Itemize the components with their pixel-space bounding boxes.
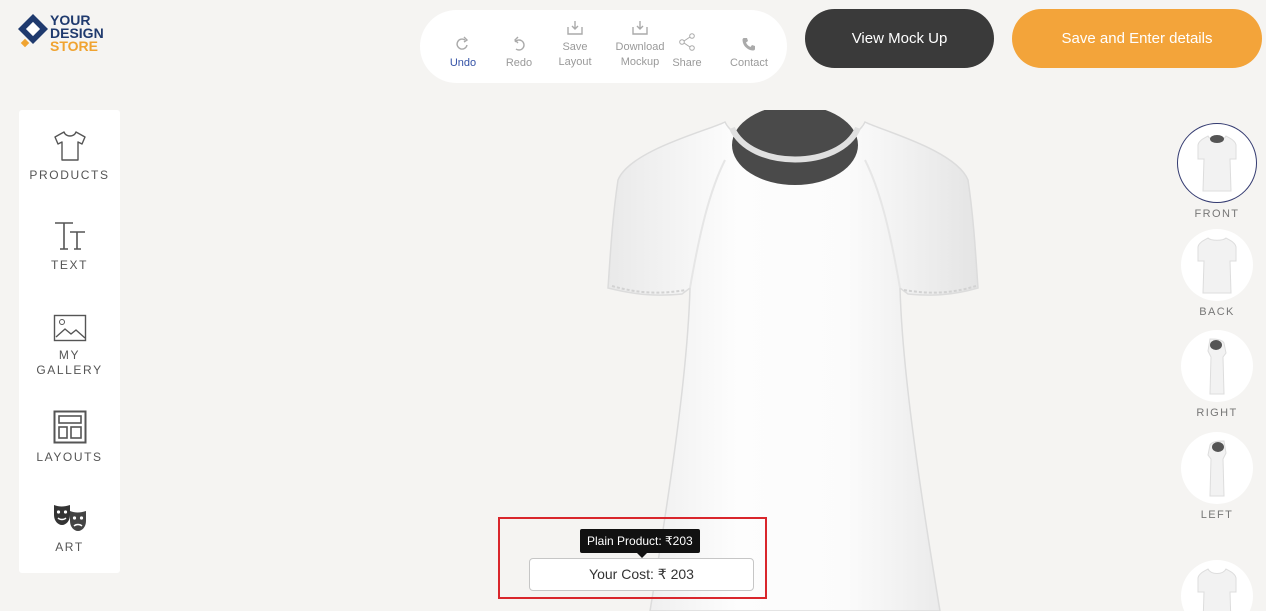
sidebar-item-label: ART xyxy=(55,540,84,554)
sidebar-item-art[interactable]: ART xyxy=(19,500,120,555)
your-cost-button[interactable]: Your Cost: ₹ 203 xyxy=(529,558,754,591)
left-thumbnail xyxy=(1181,432,1253,504)
gallery-icon xyxy=(19,308,120,342)
phone-icon xyxy=(724,34,774,54)
download-mockup-button[interactable]: Download Mockup xyxy=(610,18,670,70)
logo-mark-icon xyxy=(18,14,48,48)
layouts-icon xyxy=(19,410,120,444)
undo-label: Undo xyxy=(449,57,477,69)
view-left[interactable]: LEFT xyxy=(1176,432,1258,521)
front-thumbnail xyxy=(1177,123,1257,203)
share-label: Share xyxy=(672,57,702,69)
sidebar-item-label: PRODUCTS xyxy=(29,168,110,182)
plain-product-tooltip: Plain Product: ₹203 xyxy=(580,529,700,553)
sidebar-item-label: GALLERY xyxy=(36,363,103,377)
view-front[interactable]: FRONT xyxy=(1176,123,1258,220)
view-label: LEFT xyxy=(1200,509,1234,521)
back-thumbnail xyxy=(1181,229,1253,301)
contact-button[interactable]: Contact xyxy=(724,34,774,71)
view-label: FRONT xyxy=(1194,208,1240,220)
save-layout-label-2: Layout xyxy=(558,56,592,68)
view-label: BACK xyxy=(1199,306,1235,318)
redo-button[interactable]: Redo xyxy=(498,34,540,71)
tshirt-icon xyxy=(19,128,120,162)
save-layout-button[interactable]: Save Layout xyxy=(554,18,596,70)
download-icon xyxy=(610,18,670,38)
view-label: RIGHT xyxy=(1196,407,1238,419)
save-enter-details-button[interactable]: Save and Enter details xyxy=(1012,9,1262,68)
text-icon xyxy=(19,218,120,252)
right-thumbnail xyxy=(1181,330,1253,402)
view-extra[interactable] xyxy=(1176,560,1258,611)
share-icon xyxy=(668,32,706,52)
brand-logo[interactable]: YOUR DESIGN STORE xyxy=(18,12,138,62)
view-right[interactable]: RIGHT xyxy=(1176,330,1258,419)
sidebar-item-label: MY xyxy=(58,348,81,362)
share-button[interactable]: Share xyxy=(668,32,706,71)
price-highlight: Plain Product: ₹203 Your Cost: ₹ 203 xyxy=(498,517,767,599)
redo-label: Redo xyxy=(505,57,533,69)
save-layout-label-1: Save xyxy=(562,41,588,53)
sidebar-item-products[interactable]: PRODUCTS xyxy=(19,128,120,183)
sidebar-item-label: LAYOUTS xyxy=(36,450,103,464)
tools-sidebar: PRODUCTS TEXT MY GALLERY LAYOUTS ART xyxy=(19,110,120,573)
extra-thumbnail xyxy=(1181,560,1253,611)
undo-button[interactable]: Undo xyxy=(442,34,484,71)
sidebar-item-text[interactable]: TEXT xyxy=(19,218,120,273)
logo-text: YOUR DESIGN STORE xyxy=(50,12,104,54)
view-back[interactable]: BACK xyxy=(1176,229,1258,318)
design-toolbar: Undo Redo Save Layout Download Mockup Sh… xyxy=(420,10,787,83)
download-label-1: Download xyxy=(615,41,665,53)
contact-label: Contact xyxy=(730,57,768,69)
redo-icon xyxy=(498,34,540,54)
download-label-2: Mockup xyxy=(620,56,660,68)
undo-icon xyxy=(442,34,484,54)
sidebar-item-gallery[interactable]: MY GALLERY xyxy=(19,308,120,378)
save-layout-icon xyxy=(554,18,596,38)
sidebar-item-label: TEXT xyxy=(50,258,89,272)
view-mockup-button[interactable]: View Mock Up xyxy=(805,9,994,68)
theater-masks-icon xyxy=(19,500,120,534)
sidebar-item-layouts[interactable]: LAYOUTS xyxy=(19,410,120,465)
